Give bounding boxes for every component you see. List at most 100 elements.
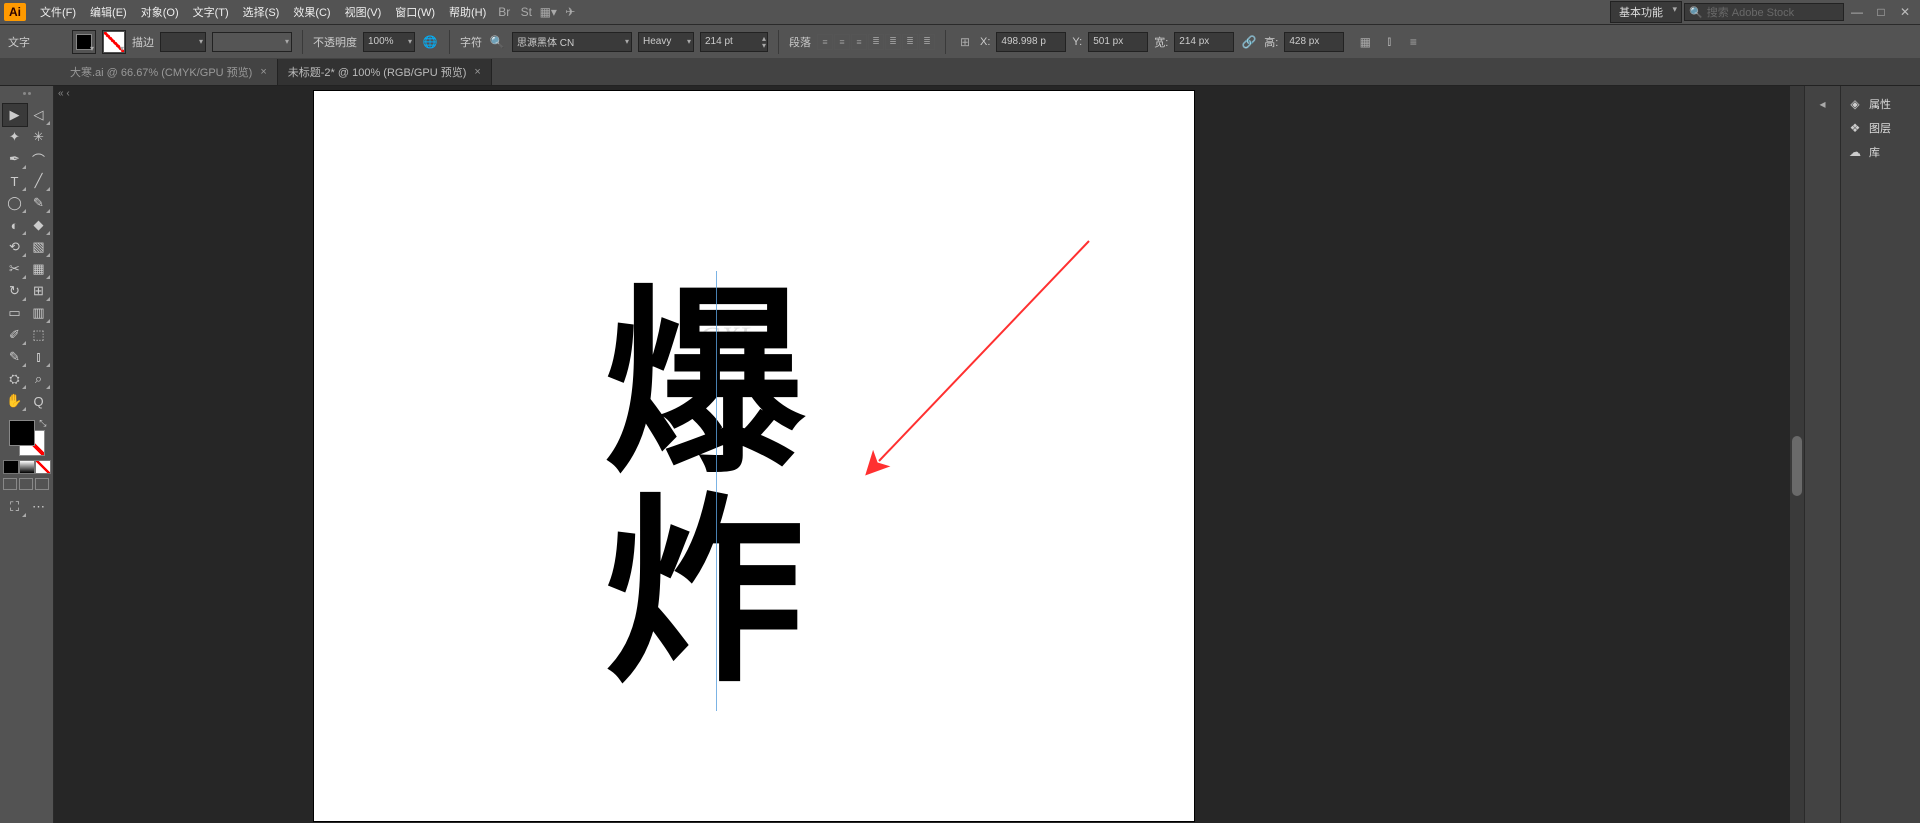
arrange-icon[interactable]: ▦▾ bbox=[538, 3, 558, 21]
align-left-button[interactable]: ≡ bbox=[817, 34, 833, 50]
transform-y-input[interactable]: 501 px bbox=[1088, 32, 1148, 52]
align-center-button[interactable]: ≡ bbox=[834, 34, 850, 50]
window-minimize-button[interactable]: — bbox=[1846, 5, 1868, 19]
artboard[interactable]: GXL 爆炸 bbox=[314, 91, 1194, 821]
hand-tool[interactable]: ✋ bbox=[3, 390, 27, 412]
scrollbar-thumb[interactable] bbox=[1792, 436, 1802, 496]
stroke-weight-input[interactable] bbox=[160, 32, 206, 52]
color-gradient-button[interactable] bbox=[19, 460, 35, 474]
width-tool[interactable]: ✂ bbox=[3, 258, 27, 280]
transform-x-input[interactable]: 498.998 p bbox=[996, 32, 1066, 52]
document-tab[interactable]: 大寒.ai @ 66.67% (CMYK/GPU 预览) × bbox=[60, 59, 278, 85]
blend-tool[interactable]: ⬚ bbox=[27, 324, 51, 346]
draw-behind-button[interactable] bbox=[19, 478, 33, 490]
eyedropper-tool[interactable]: ✐ bbox=[3, 324, 27, 346]
link-wh-icon[interactable]: 🔗 bbox=[1240, 33, 1258, 51]
collapse-panel-icon[interactable]: ◂ bbox=[1814, 92, 1832, 116]
properties-toggle-icon[interactable]: ▦ bbox=[1356, 33, 1374, 51]
zoom-tool[interactable]: Q bbox=[27, 390, 51, 412]
stock-icon[interactable]: St bbox=[516, 3, 536, 21]
panel-properties[interactable]: ◈属性 bbox=[1841, 92, 1920, 116]
recolor-icon[interactable]: 🌐 bbox=[421, 33, 439, 51]
tab-close-button[interactable]: × bbox=[474, 66, 480, 78]
font-family-input[interactable]: 思源黑体 CN bbox=[512, 32, 632, 52]
arrange-docs-icon[interactable]: ⫾ bbox=[1380, 33, 1398, 51]
line-tool[interactable]: ╱ bbox=[27, 170, 51, 192]
menu-window[interactable]: 窗口(W) bbox=[389, 2, 441, 22]
scale-tool[interactable]: ▧ bbox=[27, 236, 51, 258]
color-none-button[interactable] bbox=[35, 460, 51, 474]
color-solid-button[interactable] bbox=[3, 460, 19, 474]
mesh-tool[interactable]: ▭ bbox=[3, 302, 27, 324]
gradient-tool[interactable]: ▥ bbox=[27, 302, 51, 324]
transform-h-input[interactable]: 428 px bbox=[1284, 32, 1344, 52]
panel-grip-icon[interactable] bbox=[7, 92, 47, 100]
symbol-sprayer-tool[interactable]: ✎ bbox=[3, 346, 27, 368]
align-right-button[interactable]: ≡ bbox=[851, 34, 867, 50]
lasso-tool[interactable]: ✳ bbox=[27, 126, 51, 148]
pen-tool[interactable]: ✒ bbox=[3, 148, 27, 170]
doc-nav-arrows[interactable]: « ‹ bbox=[58, 88, 70, 99]
document-tab[interactable]: 未标题-2* @ 100% (RGB/GPU 预览) × bbox=[278, 59, 492, 85]
edit-toolbar-button[interactable]: ⋯ bbox=[27, 496, 51, 518]
char-search-icon[interactable]: 🔍 bbox=[488, 33, 506, 51]
justify-center-button[interactable]: ≣ bbox=[885, 34, 901, 50]
vertical-scrollbar[interactable] bbox=[1790, 86, 1804, 823]
eraser-tool[interactable]: ◆ bbox=[27, 214, 51, 236]
brush-definition[interactable] bbox=[212, 32, 292, 52]
column-graph-tool[interactable]: ⫾ bbox=[27, 346, 51, 368]
menu-effect[interactable]: 效果(C) bbox=[287, 2, 336, 22]
gpu-icon[interactable]: ✈ bbox=[560, 3, 580, 21]
font-size-input[interactable]: 214 pt▴▾ bbox=[700, 32, 768, 52]
menu-select[interactable]: 选择(S) bbox=[237, 2, 286, 22]
free-transform-tool[interactable]: ▦ bbox=[27, 258, 51, 280]
direct-selection-tool[interactable]: ◁ bbox=[27, 104, 51, 126]
tab-close-button[interactable]: × bbox=[260, 66, 266, 78]
workspace-switcher[interactable]: 基本功能 bbox=[1610, 1, 1682, 23]
search-input[interactable]: 🔍搜索 Adobe Stock bbox=[1684, 3, 1844, 21]
menu-help[interactable]: 帮助(H) bbox=[443, 2, 492, 22]
shaper-tool[interactable]: ◐ bbox=[3, 214, 27, 236]
swap-fill-stroke-icon[interactable]: ⤡ bbox=[39, 418, 46, 429]
menu-bar: Ai 文件(F) 编辑(E) 对象(O) 文字(T) 选择(S) 效果(C) 视… bbox=[0, 0, 1920, 24]
panel-menu-icon[interactable]: ≡ bbox=[1404, 33, 1422, 51]
fill-color-icon[interactable] bbox=[9, 420, 35, 446]
slice-tool[interactable]: ⌕ bbox=[27, 368, 51, 390]
window-maximize-button[interactable]: □ bbox=[1870, 5, 1892, 19]
paintbrush-tool[interactable]: ✎ bbox=[27, 192, 51, 214]
menu-view[interactable]: 视图(V) bbox=[339, 2, 388, 22]
menu-edit[interactable]: 编辑(E) bbox=[84, 2, 133, 22]
type-tool[interactable]: T bbox=[3, 170, 27, 192]
justify-left-button[interactable]: ≣ bbox=[868, 34, 884, 50]
rotate-tool[interactable]: ⟲ bbox=[3, 236, 27, 258]
font-style-input[interactable]: Heavy bbox=[638, 32, 694, 52]
color-mode-group bbox=[3, 460, 51, 474]
menu-type[interactable]: 文字(T) bbox=[187, 2, 235, 22]
stroke-swatch[interactable]: ▾ bbox=[102, 30, 126, 54]
shape-builder-tool[interactable]: ↻ bbox=[3, 280, 27, 302]
draw-inside-button[interactable] bbox=[35, 478, 49, 490]
bridge-icon[interactable]: Br bbox=[494, 3, 514, 21]
panel-libraries[interactable]: ☁库 bbox=[1841, 140, 1920, 164]
canvas-text-object[interactable]: 爆炸 bbox=[604, 271, 799, 689]
menu-object[interactable]: 对象(O) bbox=[135, 2, 185, 22]
fill-swatch[interactable]: ▾ bbox=[72, 30, 96, 54]
canvas-area[interactable]: « ‹ GXL 爆炸 bbox=[54, 86, 1804, 823]
justify-right-button[interactable]: ≣ bbox=[902, 34, 918, 50]
draw-normal-button[interactable] bbox=[3, 478, 17, 490]
fill-stroke-control[interactable]: ⤡ bbox=[7, 418, 47, 458]
window-close-button[interactable]: ✕ bbox=[1894, 5, 1916, 19]
panel-layers[interactable]: ❖图层 bbox=[1841, 116, 1920, 140]
menu-file[interactable]: 文件(F) bbox=[34, 2, 82, 22]
artboard-tool[interactable]: ⛭ bbox=[3, 368, 27, 390]
perspective-tool[interactable]: ⊞ bbox=[27, 280, 51, 302]
transform-anchor-icon[interactable]: ⊞ bbox=[956, 33, 974, 51]
curvature-tool[interactable]: ⌒ bbox=[27, 148, 51, 170]
magic-wand-tool[interactable]: ✦ bbox=[3, 126, 27, 148]
screen-mode-button[interactable]: ⛶ bbox=[3, 496, 27, 518]
transform-w-input[interactable]: 214 px bbox=[1174, 32, 1234, 52]
opacity-input[interactable]: 100% bbox=[363, 32, 415, 52]
justify-all-button[interactable]: ≣ bbox=[919, 34, 935, 50]
ellipse-tool[interactable]: ◯ bbox=[3, 192, 27, 214]
selection-tool[interactable]: ▶ bbox=[3, 104, 27, 126]
